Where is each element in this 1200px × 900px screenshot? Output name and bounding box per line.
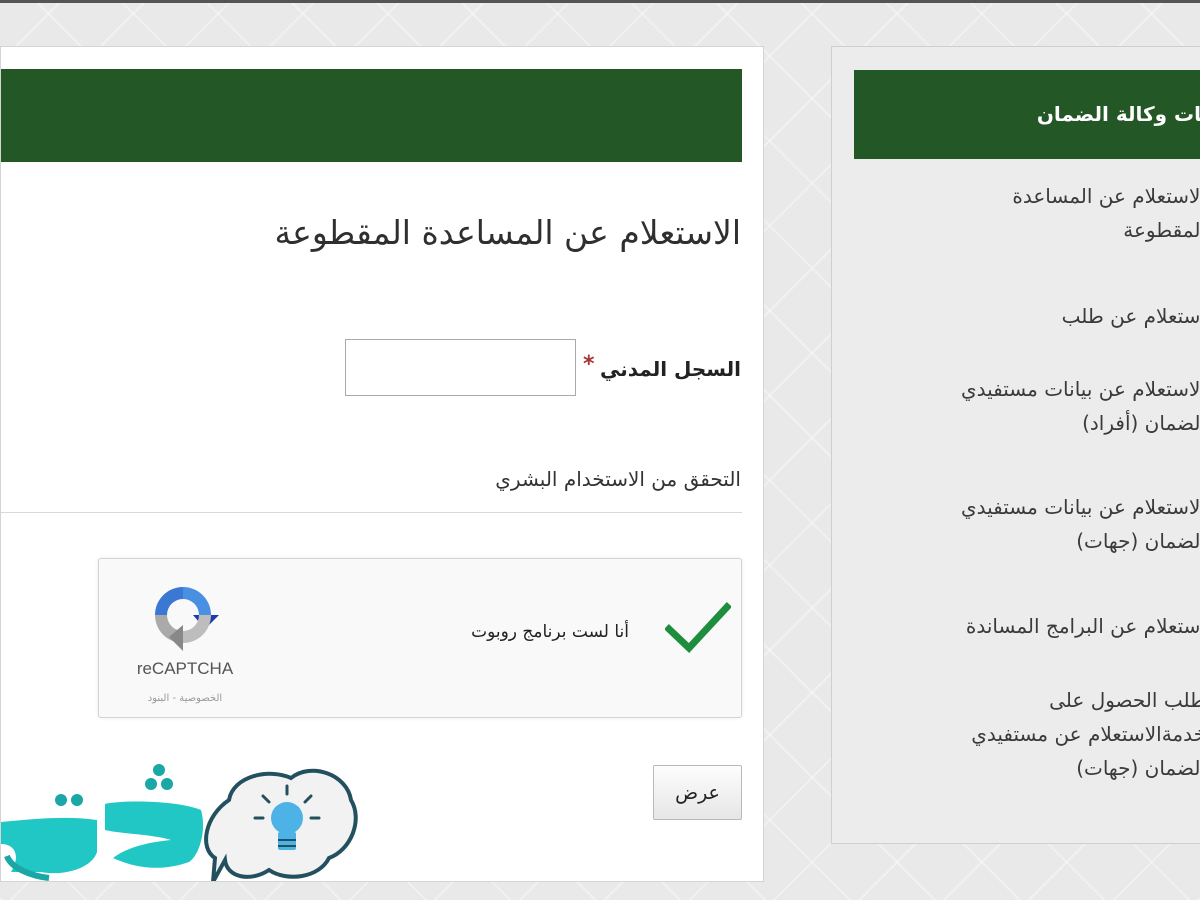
recaptcha-brand: reCAPTCHA — [136, 659, 234, 678]
civil-registry-label: السجل المدني — [599, 357, 741, 381]
sidebar-item-entity-beneficiaries[interactable]: الاستعلام عن بيانات مستفيدي الضمان (جهات… — [866, 490, 1200, 558]
section-divider — [1, 512, 742, 513]
civil-registry-input[interactable] — [345, 339, 576, 396]
sidebar-item-support-programs[interactable]: استعلام عن البرامج المساندة — [866, 609, 1200, 643]
human-verification-heading: التحقق من الاستخدام البشري — [495, 467, 741, 491]
sidebar-item-inquiry-service-request[interactable]: طلب الحصول على خدمةالاستعلام عن مستفيدي … — [866, 683, 1200, 785]
form-header-banner — [1, 69, 742, 162]
inquiry-form-panel: الاستعلام عن المساعدة المقطوعة السجل الم… — [0, 46, 764, 882]
sidebar-item-lump-sum-inquiry[interactable]: الاستعلام عن المساعدة المقطوعة — [876, 179, 1200, 247]
not-robot-label: أنا لست برنامج روبوت — [471, 622, 629, 642]
recaptcha-widget: أنا لست برنامج روبوت reCAPTCHA الخصوصية … — [98, 558, 742, 718]
submit-button[interactable]: عرض — [653, 765, 742, 820]
sidebar-item-individual-beneficiaries[interactable]: الاستعلام عن بيانات مستفيدي الضمان (أفرا… — [866, 372, 1200, 440]
lightbulb-bubble-logo — [1, 764, 358, 881]
recaptcha-privacy-terms-links[interactable]: الخصوصية - البنود — [125, 693, 245, 704]
services-sidebar: مات وكالة الضمان الاستعلام عن المساعدة ا… — [831, 46, 1200, 844]
sidebar-item-request-inquiry[interactable]: استعلام عن طلب — [876, 299, 1200, 333]
sidebar-header: مات وكالة الضمان — [854, 70, 1200, 159]
checkmark-icon[interactable] — [665, 601, 731, 655]
top-border — [0, 0, 1200, 3]
required-asterisk: * — [583, 352, 595, 377]
recaptcha-logo — [155, 587, 219, 651]
sidebar-title: مات وكالة الضمان — [1036, 102, 1200, 126]
page-title: الاستعلام عن المساعدة المقطوعة — [274, 213, 741, 252]
